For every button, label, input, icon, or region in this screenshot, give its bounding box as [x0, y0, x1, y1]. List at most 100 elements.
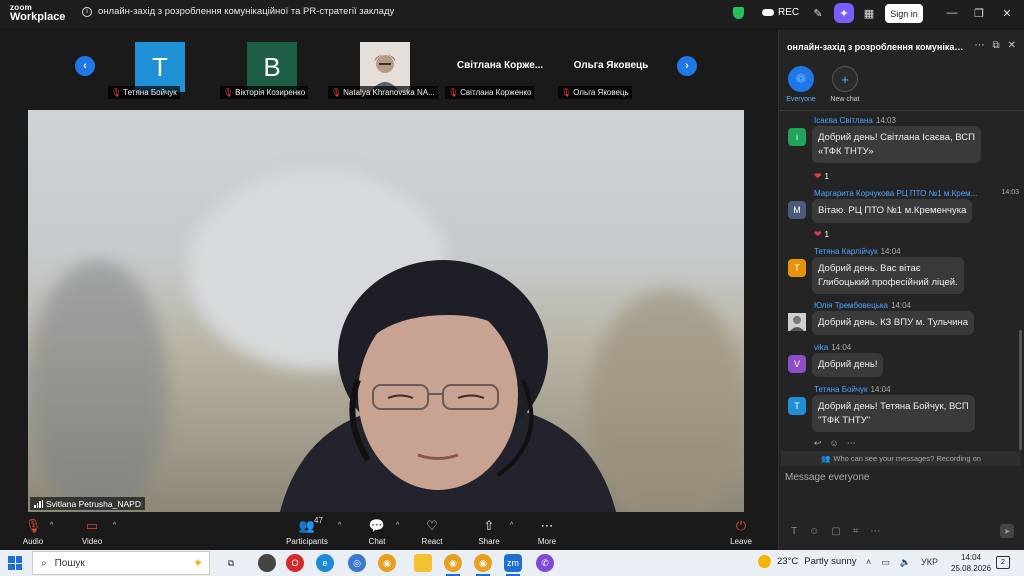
- chrome-icon[interactable]: ◉: [444, 554, 462, 572]
- emoji-react-icon[interactable]: ☺: [830, 438, 839, 449]
- message-text: Добрий день! Світлана Ісаєва, ВСП: [818, 132, 975, 143]
- language-indicator[interactable]: УКР: [921, 557, 938, 568]
- speaker-icon[interactable]: 🔈: [900, 557, 911, 568]
- chat-tabs: ❁ Everyone + New chat: [785, 66, 861, 103]
- participant-thumb[interactable]: B 🎙 Вікторія Козиренко: [220, 42, 330, 99]
- taskbar-clock[interactable]: 14:04 25.08.2026: [951, 552, 991, 574]
- reply-icon[interactable]: ↩: [814, 438, 822, 449]
- message-bubble[interactable]: Добрий день! Світлана Ісаєва, ВСП «ТФК Т…: [812, 126, 981, 163]
- share-options-chevron[interactable]: ^: [510, 522, 513, 529]
- app-icon[interactable]: ◎: [348, 554, 366, 572]
- more-icon[interactable]: ⋯: [870, 526, 880, 537]
- participants-button[interactable]: 👥 47 Participants: [284, 516, 330, 546]
- audio-options-chevron[interactable]: ^: [50, 522, 53, 529]
- chat-button[interactable]: 💬 Chat: [354, 518, 400, 546]
- windows-start-icon[interactable]: [8, 556, 22, 570]
- message-text: Добрий день!: [818, 359, 878, 370]
- message-bubble[interactable]: Добрий день. Вас вітає Глибоцький профес…: [812, 257, 964, 294]
- recording-indicator[interactable]: REC: [762, 7, 799, 18]
- participant-name: Світлана Корженко: [460, 88, 532, 97]
- apps-grid-icon[interactable]: ▦: [862, 6, 876, 20]
- active-speaker-video[interactable]: Svitlana Petrusha_NAPD: [28, 110, 744, 512]
- more-options-icon[interactable]: ⋯: [974, 40, 984, 51]
- taskbar-search[interactable]: ⌕ Пошук ✦: [32, 551, 210, 575]
- close-chat-icon[interactable]: ✕: [1008, 40, 1016, 51]
- participant-name-tile: Ольга Яковець: [573, 60, 649, 71]
- pop-out-icon[interactable]: ⧉: [992, 40, 999, 51]
- participant-label: 🎙 Світлана Корженко: [445, 86, 535, 99]
- app-icon[interactable]: [258, 554, 276, 572]
- people-icon: 👥: [821, 454, 831, 463]
- message-text: Добрий день! Тетяна Бойчук, ВСП: [818, 401, 969, 412]
- plus-icon: +: [832, 66, 858, 92]
- message-reaction[interactable]: ❤ 1: [814, 171, 829, 182]
- sender-avatar: T: [788, 397, 806, 415]
- strip-next-button[interactable]: ›: [677, 56, 697, 76]
- file-icon[interactable]: ▢: [831, 526, 840, 537]
- more-button[interactable]: ⋯ More: [524, 518, 570, 546]
- chat-scrollbar[interactable]: [1019, 330, 1022, 450]
- shield-icon[interactable]: [733, 7, 744, 19]
- notifications-icon[interactable]: 2: [996, 556, 1010, 569]
- tab-everyone[interactable]: ❁ Everyone: [785, 66, 817, 103]
- chat-header-actions: ⋯ ⧉ ✕: [974, 40, 1016, 51]
- participant-thumb[interactable]: Ольга Яковець 🎙 Ольга Яковець: [556, 42, 666, 99]
- opera-icon[interactable]: O: [286, 554, 304, 572]
- viber-icon[interactable]: ✆: [536, 554, 554, 572]
- participant-thumb[interactable]: Світлана Корже... 🎙 Світлана Корженко: [445, 42, 555, 99]
- restore-icon[interactable]: ❐: [972, 6, 986, 20]
- network-icon[interactable]: ▭: [881, 557, 890, 568]
- participant-thumb[interactable]: T 🎙 Тетяна Бойчук: [108, 42, 218, 99]
- message-bubble[interactable]: Добрий день. КЗ ВПУ м. Тульчина: [812, 311, 975, 335]
- chat-message: Тетяна Карлійчук 14:04 T Добрий день. Вас…: [779, 247, 1024, 302]
- close-icon[interactable]: ✕: [1000, 6, 1014, 20]
- participant-thumb[interactable]: 🎙 Natalya Khranovska NA...: [328, 42, 443, 99]
- file-explorer-icon[interactable]: [414, 554, 432, 572]
- chrome-icon[interactable]: ◉: [474, 554, 492, 572]
- participants-options-chevron[interactable]: ^: [338, 522, 341, 529]
- leave-button[interactable]: ⏻ Leave: [718, 518, 764, 546]
- minimize-icon[interactable]: —: [945, 6, 959, 20]
- weather-widget[interactable]: 23°C Partly sunny: [758, 555, 857, 568]
- info-icon[interactable]: i: [82, 6, 92, 17]
- edge-icon[interactable]: e: [316, 554, 334, 572]
- weather-desc: Partly sunny: [804, 556, 857, 567]
- meeting-title: онлайн-захід з розроблення комунікаційно…: [98, 6, 395, 17]
- sign-in-button[interactable]: Sign in: [885, 4, 923, 23]
- mic-muted-icon: 🎙: [448, 88, 459, 97]
- ai-companion-icon[interactable]: ✦: [834, 3, 854, 23]
- privacy-notice[interactable]: 👥 Who can see your messages? Recording o…: [781, 451, 1021, 466]
- share-button[interactable]: ⇧ Share: [466, 518, 512, 546]
- video-button[interactable]: ▭ Video: [69, 518, 115, 546]
- message-bubble[interactable]: Вітаю. РЦ ПТО №1 м.Кременчука: [812, 199, 973, 223]
- mic-muted-icon: 🎙: [223, 88, 234, 97]
- format-text-icon[interactable]: T: [791, 526, 797, 537]
- send-icon[interactable]: ➤: [1000, 524, 1014, 538]
- strip-prev-button[interactable]: ‹: [75, 56, 95, 76]
- more-icon[interactable]: ⋯: [847, 438, 856, 449]
- message-reaction[interactable]: ❤ 1: [814, 229, 829, 240]
- participants-icon: 👥: [298, 518, 316, 533]
- meeting-info[interactable]: i онлайн-захід з розроблення комунікацій…: [82, 6, 394, 17]
- tray-chevron-icon[interactable]: ˄: [866, 557, 871, 568]
- rec-label: REC: [778, 7, 800, 18]
- chrome-icon[interactable]: ◉: [378, 554, 396, 572]
- zoom-app-icon[interactable]: zm: [504, 554, 522, 572]
- heart-icon: ❤: [814, 171, 822, 181]
- edit-tools-icon[interactable]: ✎: [811, 6, 825, 20]
- speaker-label: Svitlana Petrusha_NAPD: [30, 497, 145, 510]
- mic-muted-icon: 🎙: [111, 88, 122, 97]
- screenshot-icon[interactable]: ⌗: [853, 526, 859, 537]
- task-view-icon[interactable]: ⧉: [222, 554, 240, 572]
- emoji-icon[interactable]: ☺: [809, 526, 819, 537]
- video-options-chevron[interactable]: ^: [113, 522, 116, 529]
- clock-time: 14:04: [961, 553, 982, 562]
- message-input[interactable]: Message everyone: [785, 472, 870, 483]
- react-button[interactable]: ♡ React: [409, 518, 455, 546]
- message-bubble[interactable]: Добрий день! Тетяна Бойчук, ВСП "ТФК ТНТ…: [812, 395, 975, 432]
- sender-avatar: i: [788, 128, 806, 146]
- participants-count: 47: [314, 516, 323, 525]
- chat-options-chevron[interactable]: ^: [396, 522, 399, 529]
- message-bubble[interactable]: Добрий день!: [812, 353, 884, 377]
- tab-new-chat[interactable]: + New chat: [829, 66, 861, 103]
